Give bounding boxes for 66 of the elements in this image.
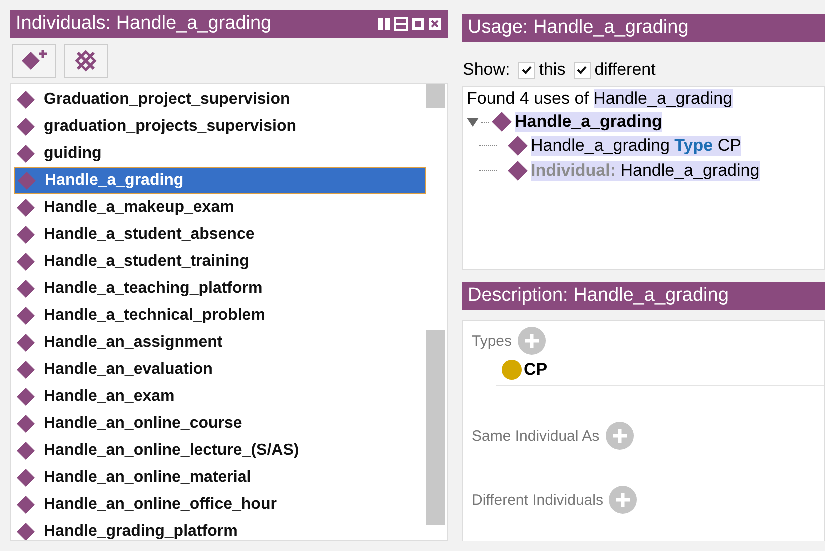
list-item[interactable]: Handle_a_grading (14, 167, 426, 194)
tree-node[interactable]: Handle_a_grading (515, 112, 662, 132)
list-item[interactable]: Graduation_project_supervision (14, 86, 426, 113)
list-item[interactable]: Handle_a_student_training (14, 248, 426, 275)
list-item[interactable]: Handle_an_online_material (14, 464, 426, 491)
section-label: Different Individuals (472, 492, 604, 508)
list-item[interactable]: Handle_a_student_absence (14, 221, 426, 248)
list-item[interactable]: Handle_an_online_office_hour (14, 491, 426, 518)
usage-entry[interactable]: Individual: Handle_a_grading (531, 160, 760, 180)
crossed-diamond-icon (73, 48, 99, 74)
diamond-icon (16, 306, 36, 326)
diamond-icon (507, 160, 529, 182)
split-view-icon[interactable] (377, 17, 391, 31)
delete-individual-button[interactable] (64, 44, 108, 78)
add-individual-button[interactable] (12, 44, 56, 78)
diamond-icon (16, 386, 36, 406)
diamond-icon (491, 111, 513, 133)
class-icon (502, 360, 522, 380)
show-label: Show: (463, 60, 510, 80)
list-item[interactable]: Handle_grading_platform (14, 518, 426, 540)
diamond-icon (16, 468, 36, 488)
diamond-icon (16, 414, 36, 434)
list-item[interactable]: Handle_an_exam (14, 383, 426, 410)
diamond-icon (16, 360, 36, 380)
diamond-icon (16, 440, 36, 460)
checkbox[interactable] (518, 62, 536, 78)
diamond-icon (16, 116, 36, 136)
diamond-icon (16, 90, 36, 110)
scrollbar-thumb[interactable] (426, 330, 445, 525)
scrollbar-thumb[interactable] (426, 84, 445, 108)
list-item[interactable]: guiding (14, 140, 426, 167)
list-item[interactable]: Handle_an_evaluation (14, 356, 426, 383)
diamond-icon (16, 144, 36, 164)
list-item[interactable]: Handle_a_makeup_exam (14, 194, 426, 221)
diamond-icon (17, 170, 37, 190)
section-label: Types (472, 332, 512, 350)
list-item[interactable]: Handle_a_technical_problem (14, 302, 426, 329)
minimize-icon[interactable] (394, 17, 408, 31)
check-icon (576, 64, 588, 76)
section-label: Same Individual As (472, 428, 600, 444)
diamond-icon (16, 224, 36, 244)
close-icon[interactable] (428, 17, 442, 31)
panel-title: Usage: Handle_a_grading (468, 17, 689, 39)
found-text: Found 4 uses of Handle_a_grading (467, 89, 733, 108)
list-item[interactable]: graduation_projects_supervision (14, 113, 426, 140)
diamond-icon (16, 252, 36, 272)
maximize-icon[interactable] (411, 17, 425, 31)
list-item[interactable]: Handle_an_online_course (14, 410, 426, 437)
diamond-icon (507, 134, 529, 156)
expand-arrow-icon[interactable] (467, 118, 479, 126)
checkbox[interactable] (574, 62, 591, 78)
list-item[interactable]: Handle_a_teaching_platform (14, 275, 426, 302)
diamond-icon (16, 494, 36, 514)
diamond-icon (16, 198, 36, 218)
diamond-icon (16, 332, 36, 352)
check-icon (520, 64, 533, 76)
diamond-icon (16, 522, 36, 540)
type-entry[interactable]: CP (524, 360, 548, 380)
panel-title: Description: Handle_a_grading (468, 285, 729, 307)
panel-title: Individuals: Handle_a_grading (16, 13, 272, 35)
list-item[interactable]: Handle_an_online_lecture_(S/AS) (14, 437, 426, 464)
usage-entry[interactable]: Handle_a_grading Type CP (531, 136, 742, 156)
checkbox-label: different (594, 60, 656, 80)
diamond-icon (16, 278, 36, 298)
checkbox-label: this (539, 60, 566, 80)
list-item[interactable]: Handle_an_assignment (14, 329, 426, 356)
